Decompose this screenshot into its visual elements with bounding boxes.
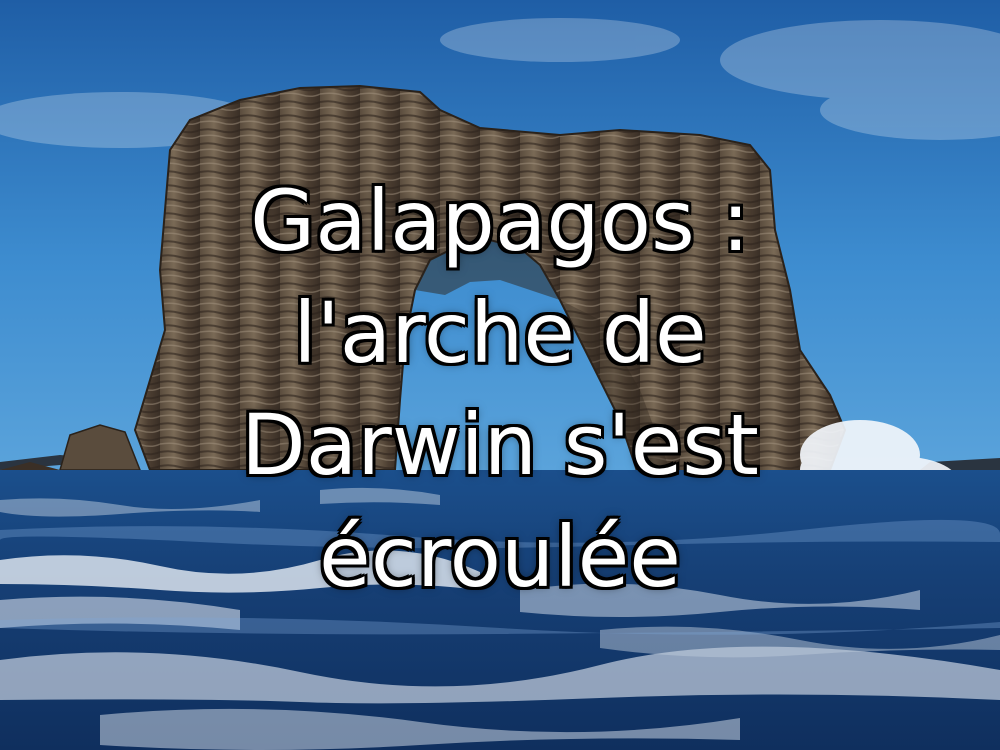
headline-line-2: l'arche de xyxy=(293,284,707,382)
headline-line-1: Galapagos : xyxy=(250,172,750,270)
photo-scene: Galapagos : l'arche de Darwin s'est écro… xyxy=(0,0,1000,750)
headline-line-3: Darwin s'est xyxy=(241,396,759,494)
headline-line-4: écroulée xyxy=(319,508,681,606)
headline-title: Galapagos : l'arche de Darwin s'est écro… xyxy=(0,165,1000,613)
